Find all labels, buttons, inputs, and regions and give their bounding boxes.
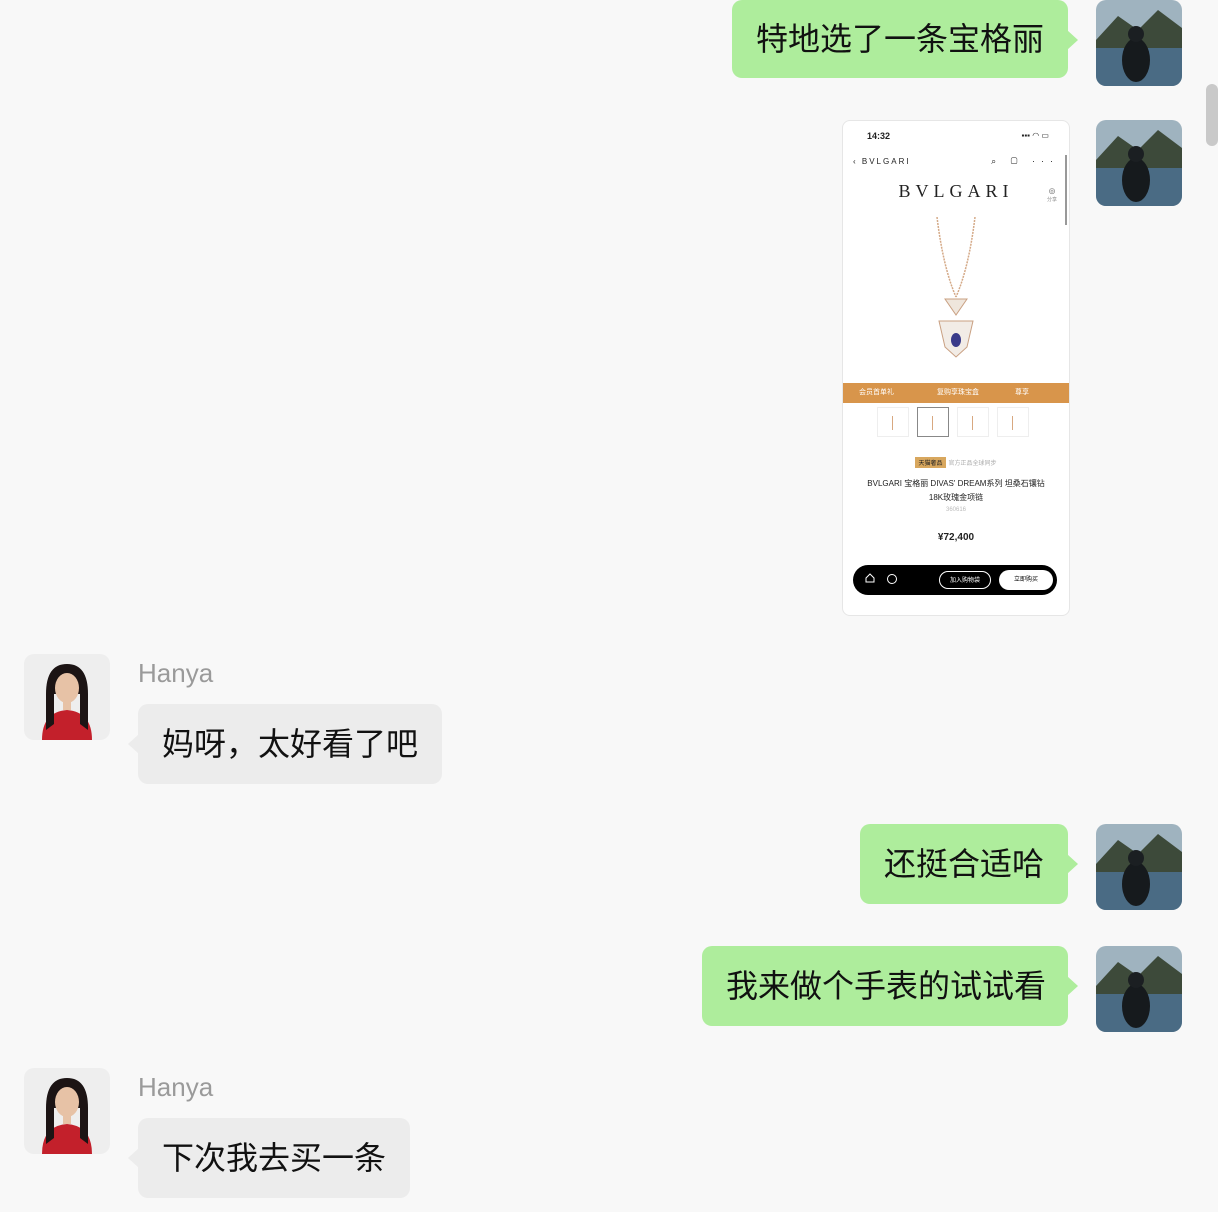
thumbnail (957, 407, 989, 437)
sender-name: Hanya (138, 658, 214, 688)
promo-item: 复购享珠宝盒 (937, 389, 979, 396)
scrollbar-thumb[interactable] (1206, 84, 1218, 146)
add-to-bag-button: 加入购物袋 (939, 571, 991, 589)
my-message-bubble[interactable]: 我来做个手表的试试看 (702, 946, 1078, 1026)
badge-row: 天猫奢品 官方正品全球同步 (843, 457, 1069, 468)
buy-now-button: 立即购买 (999, 570, 1053, 590)
nav-back-link: ‹ BVLGARI (853, 157, 911, 166)
my-avatar[interactable] (1096, 0, 1182, 86)
thumbnail (917, 407, 949, 437)
home-icon (865, 573, 875, 583)
status-icons: ▪▪▪ ◠ ▭ (1021, 131, 1050, 140)
portrait-avatar-icon (24, 654, 110, 740)
my-message-bubble[interactable]: 还挺合适哈 (860, 824, 1078, 904)
landscape-avatar-icon (1096, 824, 1182, 910)
landscape-avatar-icon (1096, 120, 1182, 206)
thumbnail (997, 407, 1029, 437)
promo-item: 会员首单礼 (859, 389, 894, 396)
product-screenshot-image[interactable]: 14:32 ▪▪▪ ◠ ▭ ‹ BVLGARI ⌕ ▢ ··· BVLGARI … (842, 120, 1070, 616)
nav-icons: ⌕ ▢ ··· (991, 156, 1059, 166)
contact-message-bubble[interactable]: 妈呀，太好看了吧 (128, 704, 442, 784)
tmall-badge: 天猫奢品 (915, 457, 946, 468)
my-avatar[interactable] (1096, 120, 1182, 206)
sender-name: Hanya (138, 1072, 214, 1102)
thumbnail (877, 407, 909, 437)
my-message-bubble[interactable]: 特地选了一条宝格丽 (732, 0, 1078, 78)
share-icon: ⊚ 分享 (1046, 186, 1057, 204)
brand-logo: BVLGARI (898, 181, 1014, 201)
promo-bar: 会员首单礼 复购享珠宝盒 尊享 (843, 383, 1069, 403)
portrait-avatar-icon (24, 1068, 110, 1154)
contact-avatar[interactable] (24, 1068, 110, 1154)
status-time: 14:32 (867, 131, 891, 141)
necklace-image (936, 217, 976, 358)
my-avatar[interactable] (1096, 824, 1182, 910)
my-avatar[interactable] (1096, 946, 1182, 1032)
chat-area: 特地选了一条宝格丽 14:32 ▪▪▪ ◠ ▭ ‹ BVLGARI ⌕ ▢ ··… (0, 0, 1218, 1212)
product-sku: 360616 (945, 507, 967, 513)
product-name: BVLGARI 宝格丽 DIVAS' DREAM系列 坦桑石镶钻 18K玫瑰金项… (867, 479, 1045, 502)
contact-avatar[interactable] (24, 654, 110, 740)
product-price: ¥72,400 (937, 532, 975, 543)
purchase-bar: 加入购物袋 立即购买 (853, 565, 1057, 595)
clock-icon (887, 574, 897, 584)
contact-message-bubble[interactable]: 下次我去买一条 (128, 1118, 410, 1198)
promo-item: 尊享 (1015, 389, 1029, 396)
landscape-avatar-icon (1096, 0, 1182, 86)
landscape-avatar-icon (1096, 946, 1182, 1032)
